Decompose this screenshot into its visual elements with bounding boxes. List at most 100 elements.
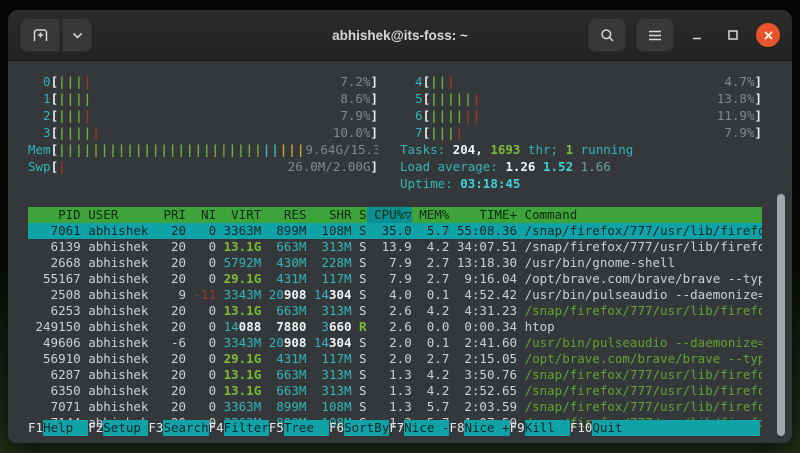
cell-s: S [352,223,367,239]
text-segment: 304 [329,287,352,302]
cell-cmd: /usr/bin/gnome-shell [517,255,762,271]
fkey-label: Tree [284,420,329,436]
tab-dropdown-button[interactable] [62,18,92,52]
text-segment: 088 [239,319,262,334]
process-row[interactable]: 6287abhishek20013.1G663M313MS1.34.23:50.… [28,367,762,383]
maximize-button[interactable] [720,22,746,48]
column-header-cmd[interactable]: Command [517,207,762,223]
text-segment: 1.3 [389,399,412,414]
meter-ticks: |||||| [430,90,481,107]
text-segment: || [263,142,280,157]
cell-pri: 20 [156,383,186,399]
fkey-f3[interactable]: F3Search [148,420,208,436]
text-segment: 2.0 [389,335,412,350]
fkey-f5[interactable]: F5Tree [269,420,329,436]
text-segment: /usr/bin/pulseaudio --daemonize=no -- [525,287,762,302]
cell-ni: 0 [186,271,216,287]
column-header-shr[interactable]: SHR [306,207,351,223]
process-row[interactable]: 55167abhishek20029.1G431M117MS7.92.79:16… [28,271,762,287]
search-button[interactable] [588,18,626,52]
minimize-button[interactable] [684,22,710,48]
fkey-f8[interactable]: F8Nice + [449,420,509,436]
fkey-f6[interactable]: F6SortBy [329,420,389,436]
text-segment: 0 [209,255,217,270]
cell-pid: 6253 [28,303,81,319]
process-row[interactable]: 2508abhishek9-113343M2090814304S4.00.14:… [28,287,762,303]
process-row[interactable]: 49606abhishek-603343M2090814304S2.00.12:… [28,335,762,351]
cell-cpu: 1.3 [367,367,412,383]
meter-value: 4.7% [724,73,754,90]
cell-s: S [352,255,367,271]
fkey-f4[interactable]: F4Filter [209,420,269,436]
cell-ni: 0 [186,367,216,383]
new-tab-button[interactable] [20,18,60,52]
text-segment: 117M [321,351,351,366]
fkey-f2[interactable]: F2Setup [88,420,148,436]
column-header-s[interactable]: S [352,207,367,223]
column-header-pid[interactable]: PID [28,207,81,223]
process-row[interactable]: 7071abhishek2003363M899M108MS1.35.72:03.… [28,399,762,415]
text-segment: thr; [520,142,565,157]
text-segment: 20 [171,255,186,270]
cell-cpu: 7.9 [367,255,412,271]
process-row-selected[interactable]: 7061abhishek2003363M899M108MS35.05.755:0… [28,223,762,239]
cell-mem: 4.2 [412,383,450,399]
meter-ticks: | [58,158,67,175]
process-row[interactable]: 2668abhishek2005792M430M228MS7.92.713:18… [28,255,762,271]
cell-mem: 0.1 [412,335,450,351]
cell-cmd: /snap/firefox/777/usr/lib/firefox/fir [517,303,762,319]
scrollbar[interactable] [777,194,785,436]
process-row[interactable]: 6350abhishek20013.1G663M313MS1.34.22:52.… [28,383,762,399]
meter-bracket: [ [51,73,59,90]
column-header-virt[interactable]: VIRT [216,207,261,223]
cell-s: S [352,287,367,303]
text-segment: 20 [171,367,186,382]
text-segment: 20 [171,383,186,398]
cell-pid: 6287 [28,367,81,383]
close-button[interactable] [756,23,780,47]
column-header-time[interactable]: TIME+ [449,207,517,223]
text-segment: abhishek [88,287,148,302]
column-header-pri[interactable]: PRI [156,207,186,223]
column-header-cpu[interactable]: CPU%▽ [367,207,412,223]
text-segment: 20 [171,223,186,238]
fkey-f9[interactable]: F9Kill [510,420,570,436]
cell-user: abhishek [81,303,156,319]
cell-res: 7880 [261,319,306,335]
text-segment: 3343M [224,287,262,302]
fkey-f10[interactable]: F10Quit [570,420,638,436]
cell-pid: 49606 [28,335,81,351]
column-header-user[interactable]: USER [81,207,156,223]
fkey-f7[interactable]: F7Nice - [389,420,449,436]
text-segment: /snap/firefox/777/usr/lib/firefox/fir [525,223,762,238]
fkey-f1[interactable]: F1Help [28,420,88,436]
column-header-ni[interactable]: NI [186,207,216,223]
menu-button[interactable] [636,18,674,52]
fkey-label: SortBy [344,420,389,436]
scrollbar-thumb[interactable] [777,194,785,436]
cell-mem: 4.2 [412,303,450,319]
new-tab-group [20,18,92,52]
process-row[interactable]: 56910abhishek20029.1G431M117MS2.02.72:15… [28,351,762,367]
fkey-number: F5 [269,420,284,436]
text-segment: 03:18:45 [460,176,520,191]
meter-ticks: |||| [58,90,92,107]
meter-value: 10.0% [333,124,371,141]
process-row[interactable]: 6139abhishek20013.1G663M313MS13.94.234:0… [28,239,762,255]
column-header-res[interactable]: RES [261,207,306,223]
column-header-mem[interactable]: MEM% [412,207,450,223]
process-row[interactable]: 249150abhishek2001408878803660R2.60.00:0… [28,319,762,335]
meter-bracket: [ [423,73,431,90]
cell-virt: 13.1G [216,303,261,319]
meter-ticks: |||| [430,124,464,141]
cell-pid: 2508 [28,287,81,303]
meters-right-column: 4[|||4.7%]5[||||||13.8%]6[||||||11.9%]7[… [400,73,762,192]
text-segment: || [464,108,481,123]
process-row[interactable]: 6253abhishek20013.1G663M313MS2.64.24:31.… [28,303,762,319]
cell-ni: 0 [186,399,216,415]
meter-bracket: ] [370,107,378,124]
text-segment: 663M [276,239,306,254]
cell-s: S [352,335,367,351]
text-segment: 228M [321,255,351,270]
cell-res: 431M [261,351,306,367]
